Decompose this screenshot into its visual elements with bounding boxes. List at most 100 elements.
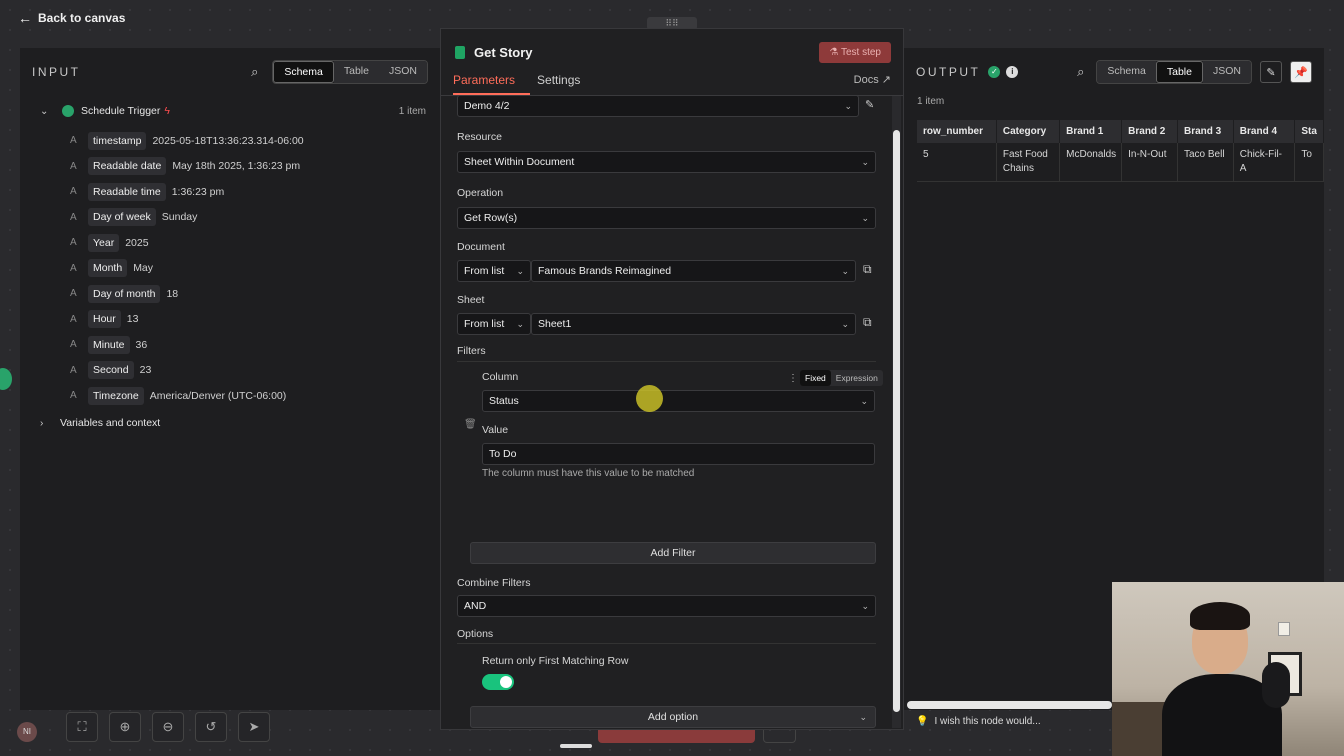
output-column-header[interactable]: Sta	[1294, 120, 1324, 143]
execute-workflow-button[interactable]	[598, 730, 755, 743]
schema-field-name[interactable]: Minute	[88, 335, 130, 354]
search-icon[interactable]: ⌕	[1077, 64, 1084, 80]
cursor-icon[interactable]: ➤	[238, 712, 270, 742]
pencil-icon[interactable]: ✎	[865, 98, 874, 111]
info-icon[interactable]: i	[1006, 66, 1019, 78]
output-view-table[interactable]: Table	[1155, 61, 1203, 83]
table-row: 5 Fast Food Chains McDonalds In-N-Out Taco B…	[917, 143, 1324, 182]
resource-select[interactable]: Sheet Within Document ⌄	[457, 151, 876, 173]
schema-field-row[interactable]: A Day of week Sunday	[40, 205, 426, 231]
modal-scrollbar[interactable]	[892, 96, 901, 728]
output-panel-header: OUTPUT ✓ i ⌕ Schema Table JSON ✎ 📌	[916, 60, 1312, 84]
schedule-trigger-row[interactable]: ⌄ Schedule Trigger ϟ 1 item	[40, 100, 426, 122]
chevron-down-icon[interactable]: ⌄	[40, 106, 56, 117]
schema-field-row[interactable]: A Timezone America/Denver (UTC-06:00)	[40, 383, 426, 409]
output-column-header[interactable]: Category	[996, 120, 1061, 143]
schema-field-row[interactable]: Atimestamp 2025-05-18T13:36:23.314-06:00	[40, 128, 426, 154]
output-column-header[interactable]: Brand 1	[1059, 120, 1123, 143]
edit-output-button[interactable]: ✎	[1260, 61, 1282, 83]
back-to-canvas-link[interactable]: ← Back to canvas	[18, 10, 125, 26]
trash-icon[interactable]: 🗑	[464, 419, 477, 430]
input-view-json[interactable]: JSON	[378, 61, 427, 83]
combine-filters-select[interactable]: AND ⌄	[457, 595, 876, 617]
docs-link[interactable]: Docs ↗	[854, 73, 891, 93]
pin-output-button[interactable]: 📌	[1290, 61, 1312, 83]
output-column-header[interactable]: Brand 2	[1121, 120, 1178, 143]
schema-field-name[interactable]: Hour	[88, 310, 121, 329]
mode-fixed[interactable]: Fixed	[800, 370, 831, 386]
schema-field-row[interactable]: A Month May	[40, 256, 426, 282]
feedback-prompt[interactable]: 💡 I wish this node would...	[916, 716, 1041, 727]
search-icon[interactable]: ⌕	[251, 64, 258, 80]
execution-options-button[interactable]	[763, 730, 796, 743]
node-title[interactable]: Get Story	[474, 45, 533, 60]
variables-context-row[interactable]: › Variables and context	[40, 411, 426, 437]
string-type-icon: A	[70, 135, 77, 147]
schema-field-row[interactable]: A Minute 36	[40, 332, 426, 358]
output-view-schema[interactable]: Schema	[1097, 61, 1156, 83]
schema-field-name[interactable]: timestamp	[88, 131, 147, 150]
options-label: Options	[457, 628, 494, 640]
string-type-icon: A	[70, 364, 77, 376]
schema-field-name[interactable]: Timezone	[88, 386, 144, 405]
schema-field-value: 1:36:23 pm	[171, 185, 225, 198]
options-divider	[457, 643, 876, 644]
operation-select[interactable]: Get Row(s) ⌄	[457, 207, 876, 229]
canvas-node-right[interactable]	[1334, 366, 1344, 392]
add-option-button[interactable]: Add option ⌄	[470, 706, 876, 728]
schema-field-name[interactable]: Year	[88, 233, 120, 252]
output-view-json[interactable]: JSON	[1202, 61, 1251, 83]
document-select[interactable]: Famous Brands Reimagined ⌄	[531, 260, 856, 282]
zoom-out-icon[interactable]: ⊖	[152, 712, 184, 742]
output-column-header[interactable]: row_number	[917, 120, 997, 143]
schema-field-row[interactable]: A Day of month 18	[40, 281, 426, 307]
chevron-right-icon[interactable]: ›	[40, 418, 56, 429]
schema-field-row[interactable]: A Year 2025	[40, 230, 426, 256]
document-mode-select[interactable]: From list ⌄	[457, 260, 531, 282]
external-link-icon[interactable]: ⧉	[863, 315, 872, 330]
tab-parameters[interactable]: Parameters	[453, 73, 515, 93]
filters-label: Filters	[457, 345, 486, 357]
string-type-icon: A	[70, 390, 77, 402]
column-select[interactable]: Status ⌄	[482, 390, 875, 412]
output-column-header[interactable]: Brand 4	[1233, 120, 1296, 143]
schema-field-name[interactable]: Readable date	[88, 157, 167, 176]
avatar[interactable]: NI	[17, 722, 37, 742]
schema-field-name[interactable]: Readable time	[88, 182, 166, 201]
output-column-header[interactable]: Brand 3	[1177, 120, 1234, 143]
mode-expression[interactable]: Expression	[831, 370, 883, 386]
test-step-button[interactable]: ⚗ Test step	[819, 41, 891, 63]
modal-header: Get Story ⚗ Test step	[455, 41, 891, 63]
zoom-in-icon[interactable]: ⊕	[109, 712, 141, 742]
credential-select[interactable]: Demo 4/2 ⌄	[457, 95, 859, 117]
schema-field-row[interactable]: A Readable time 1:36:23 pm	[40, 179, 426, 205]
schema-field-value: Sunday	[161, 211, 198, 224]
external-link-icon[interactable]: ⧉	[863, 262, 872, 277]
sheet-select[interactable]: Sheet1 ⌄	[531, 313, 856, 335]
string-type-icon: A	[70, 288, 77, 300]
schema-field-name[interactable]: Day of month	[88, 284, 161, 303]
fit-view-icon[interactable]: ⛶	[66, 712, 98, 742]
input-view-switcher: Schema Table JSON	[272, 60, 428, 84]
schema-field-name[interactable]: Month	[88, 259, 128, 278]
kebab-menu-icon[interactable]: ⋮	[788, 373, 798, 384]
output-horizontal-scrollbar[interactable]	[907, 701, 1112, 709]
mouse-cursor-highlight	[636, 385, 663, 412]
undo-icon[interactable]: ↺	[195, 712, 227, 742]
add-filter-button[interactable]: Add Filter	[470, 542, 876, 564]
sheet-mode-select[interactable]: From list ⌄	[457, 313, 531, 335]
schema-field-row[interactable]: A Readable date May 18th 2025, 1:36:23 pm	[40, 154, 426, 180]
schema-field-name[interactable]: Second	[88, 361, 134, 380]
value-input[interactable]: To Do	[482, 443, 875, 465]
tab-settings[interactable]: Settings	[537, 73, 580, 93]
schema-field-row[interactable]: A Hour 13	[40, 307, 426, 333]
input-view-schema[interactable]: Schema	[273, 61, 334, 83]
schema-field-row[interactable]: A Second 23	[40, 358, 426, 384]
input-view-table[interactable]: Table	[333, 61, 379, 83]
chevron-down-icon: ⌄	[516, 265, 524, 276]
schema-field-name[interactable]: Day of week	[88, 208, 156, 227]
modal-scrollbar-thumb[interactable]	[893, 130, 900, 712]
value-hint: The column must have this value to be ma…	[482, 468, 695, 479]
return-first-toggle[interactable]	[482, 674, 514, 690]
add-filter-label: Add Filter	[650, 547, 696, 559]
